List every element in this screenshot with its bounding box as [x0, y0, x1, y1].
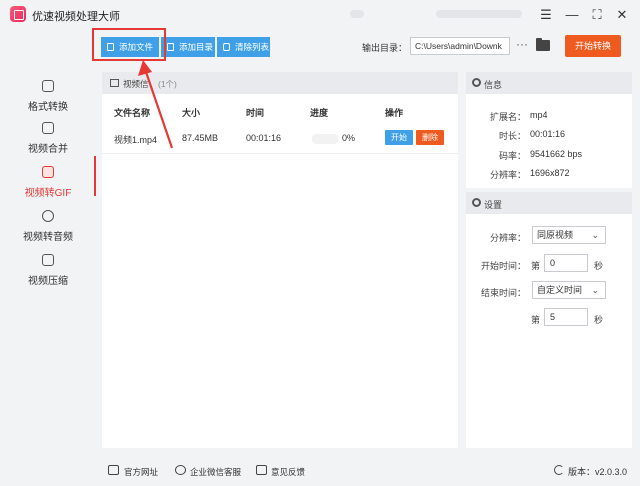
start-time-input[interactable]: 0 — [544, 254, 588, 272]
end-unit: 秒 — [594, 315, 604, 325]
end-time-label: 结束时间： — [480, 288, 526, 298]
column-header-actions: 操作 — [385, 108, 404, 118]
column-header-time: 时间 — [246, 108, 265, 118]
sidebar-item-label: 视频压缩 — [28, 276, 68, 287]
compress-icon — [42, 254, 54, 266]
sidebar-item-label: 格式转换 — [28, 102, 68, 113]
blurred-title-element — [350, 10, 364, 18]
website-link[interactable]: 官方网址 — [124, 466, 158, 478]
minimize-icon[interactable]: — — [564, 7, 580, 23]
start-unit: 秒 — [594, 261, 604, 271]
version-label: 版本：v2.0.3.0 — [568, 467, 628, 477]
sidebar-item-label: 视频合并 — [28, 144, 68, 155]
ext-value: mp4 — [530, 110, 548, 120]
sidebar-item-format[interactable]: 格式转换 — [0, 74, 96, 120]
feedback-link[interactable]: 意见反馈 — [271, 466, 305, 478]
app-logo-icon — [10, 6, 26, 22]
browse-more-button[interactable]: ··· — [516, 37, 528, 51]
start-convert-button[interactable]: 开始转换 — [565, 35, 621, 57]
file-list-header: 视频信 (1个) — [102, 72, 458, 94]
resolution-value: 1696x872 — [530, 168, 570, 178]
settings-panel: 设置 分辨率： 同原视频 ⌄ 开始时间： 第 0 秒 结束时间： 自定义时间 ⌄… — [466, 192, 632, 448]
bitrate-value: 9541662 bps — [530, 149, 583, 159]
column-header-progress: 进度 — [310, 108, 329, 118]
resolution-label: 分辨率： — [489, 170, 526, 180]
maximize-icon[interactable]: ⛶ — [589, 7, 605, 23]
wechat-service-link[interactable]: 企业微信客服 — [190, 466, 241, 478]
chevron-down-icon: ⌄ — [591, 230, 599, 240]
file-size: 87.45MB — [182, 133, 219, 143]
sidebar-active-indicator — [94, 156, 96, 196]
sidebar-item-label: 视频转GIF — [24, 188, 72, 199]
info-panel-header: 信息 — [466, 72, 632, 94]
menu-icon[interactable]: ☰ — [538, 7, 554, 23]
output-path-field[interactable]: C:\Users\admin\Downk — [410, 37, 510, 55]
close-icon[interactable]: ✕ — [614, 7, 630, 23]
progress-bar — [312, 134, 338, 144]
format-icon — [42, 80, 54, 92]
sidebar-item-label: 视频转音频 — [23, 232, 73, 243]
feedback-icon — [256, 465, 267, 475]
row-start-button[interactable]: 开始 — [385, 130, 413, 145]
sidebar-item-audio[interactable]: 视频转音频 — [0, 204, 96, 250]
sidebar-item-compress[interactable]: 视频压缩 — [0, 248, 96, 294]
file-list-title: 视频信 — [123, 79, 149, 89]
column-header-name: 文件名称 — [114, 108, 151, 118]
start-time-label: 开始时间： — [480, 261, 526, 271]
clear-list-label: 清除列表 — [235, 42, 270, 52]
info-panel: 信息 扩展名： mp4 时长： 00:01:16 码率： 9541662 bps… — [466, 72, 632, 188]
file-progress: 0% — [342, 133, 356, 143]
ext-label: 扩展名： — [489, 112, 526, 122]
info-title: 信息 — [484, 80, 503, 90]
wechat-icon — [175, 465, 186, 475]
row-delete-button[interactable]: 删除 — [416, 130, 444, 145]
audio-icon — [42, 210, 54, 222]
sidebar-item-gif[interactable]: 视频转GIF — [0, 160, 96, 206]
file-count: (1个) — [158, 79, 177, 89]
resolution-select[interactable]: 同原视频 ⌄ — [532, 226, 606, 244]
start-prefix: 第 — [531, 261, 541, 271]
merge-icon — [42, 122, 54, 134]
file-name: 视频1.mp4 — [114, 135, 158, 145]
end-time-select[interactable]: 自定义时间 ⌄ — [532, 281, 606, 299]
open-folder-icon[interactable] — [536, 38, 550, 51]
end-prefix: 第 — [531, 315, 541, 325]
gear-icon — [472, 198, 481, 207]
settings-resolution-label: 分辨率： — [489, 233, 526, 243]
clear-list-button[interactable]: 清除列表 — [217, 37, 270, 57]
end-time-select-value: 自定义时间 — [537, 285, 583, 295]
sidebar-item-merge[interactable]: 视频合并 — [0, 116, 96, 162]
settings-title: 设置 — [484, 200, 503, 210]
app-title: 优速视频处理大师 — [32, 11, 120, 23]
folder-add-icon — [167, 43, 174, 51]
duration-label: 时长： — [498, 131, 526, 141]
sidebar: 格式转换 视频合并 视频转GIF 视频转音频 视频压缩 — [0, 64, 96, 454]
output-dir-label: 输出目录： — [362, 43, 408, 53]
duration-value: 00:01:16 — [530, 129, 566, 139]
website-icon — [108, 465, 119, 475]
refresh-icon[interactable] — [554, 465, 564, 475]
add-folder-button[interactable]: 添加目录 — [161, 37, 215, 57]
settings-panel-header: 设置 — [466, 192, 632, 214]
title-bar: 优速视频处理大师 ☰ — ⛶ ✕ — [0, 0, 640, 30]
chevron-down-icon: ⌄ — [591, 285, 599, 295]
gif-icon — [42, 166, 54, 178]
add-folder-label: 添加目录 — [179, 42, 214, 52]
file-list-panel: 视频信 (1个) 文件名称 大小 时间 进度 操作 视频1.mp4 87.45M… — [102, 72, 458, 448]
end-time-input[interactable]: 5 — [544, 308, 588, 326]
file-duration: 00:01:16 — [246, 133, 282, 143]
bitrate-label: 码率： — [498, 151, 526, 161]
blurred-account-info — [436, 10, 522, 18]
gear-icon — [472, 78, 481, 87]
trash-icon — [223, 43, 230, 51]
annotation-highlight-box — [92, 28, 166, 61]
column-header-size: 大小 — [182, 108, 201, 118]
resolution-select-value: 同原视频 — [537, 230, 574, 240]
video-list-icon — [110, 79, 119, 87]
